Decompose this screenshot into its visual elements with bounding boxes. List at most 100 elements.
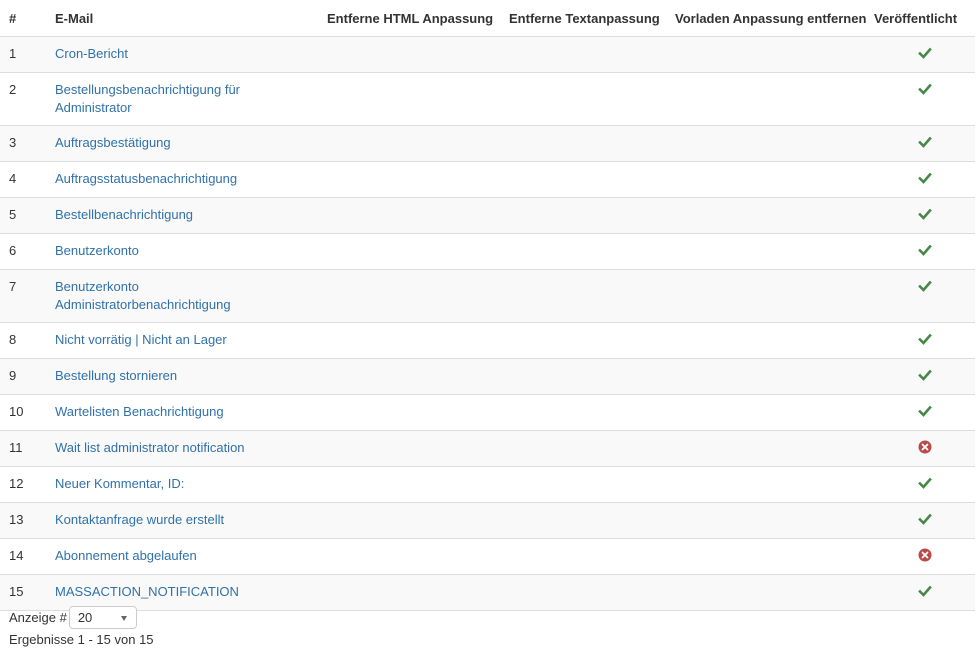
check-icon[interactable]: [917, 584, 932, 598]
email-title-line: Abonnement abgelaufen: [55, 548, 197, 563]
email-title-line: Wartelisten Benachrichtigung: [55, 404, 224, 419]
preload-remove-cell: [666, 72, 874, 126]
row-number: 14: [0, 538, 46, 575]
remove-html-cell: [318, 197, 500, 234]
email-title-line: Administrator: [55, 100, 132, 115]
table-row: 9 Bestellung stornieren: [0, 358, 975, 395]
email-template-link[interactable]: Kontaktanfrage wurde erstellt: [55, 512, 224, 527]
email-template-link[interactable]: Neuer Kommentar, ID:: [55, 476, 184, 491]
row-number: 5: [0, 197, 46, 234]
published-cell: [874, 161, 975, 198]
preload-remove-cell: [666, 322, 874, 359]
remove-text-cell: [500, 269, 666, 323]
email-templates-table: # E-Mail Entferne HTML Anpassung Entfern…: [0, 0, 975, 611]
remove-html-cell: [318, 538, 500, 575]
remove-text-cell: [500, 466, 666, 503]
published-cell: [874, 466, 975, 503]
header-email[interactable]: E-Mail: [46, 0, 318, 37]
check-icon[interactable]: [917, 404, 932, 418]
email-cell: Wartelisten Benachrichtigung: [46, 394, 318, 431]
header-remove-text[interactable]: Entferne Textanpassung: [500, 0, 666, 37]
email-template-link[interactable]: Abonnement abgelaufen: [55, 548, 197, 563]
check-icon[interactable]: [917, 207, 932, 221]
table-row: 12 Neuer Kommentar, ID:: [0, 466, 975, 503]
row-number: 8: [0, 322, 46, 359]
email-title-line: Bestellbenachrichtigung: [55, 207, 194, 222]
remove-text-cell: [500, 125, 666, 162]
published-cell: [874, 269, 975, 323]
check-icon[interactable]: [917, 171, 932, 185]
email-cell: Auftragsstatusbenachrichtigung: [46, 161, 318, 198]
published-cell: [874, 72, 975, 126]
email-template-link[interactable]: Wait list administrator notification: [55, 440, 245, 455]
email-cell: Auftragsbestätigung: [46, 125, 318, 162]
limit-label: Anzeige #: [9, 610, 67, 625]
email-template-link[interactable]: Wartelisten Benachrichtigung: [55, 404, 224, 419]
published-cell: [874, 430, 975, 467]
check-icon[interactable]: [917, 243, 932, 257]
email-template-link[interactable]: Auftragsbestätigung: [55, 135, 171, 150]
preload-remove-cell: [666, 394, 874, 431]
check-icon[interactable]: [917, 135, 932, 149]
email-template-link[interactable]: Bestellung stornieren: [55, 368, 177, 383]
header-preload-remove[interactable]: Vorladen Anpassung entfernen: [666, 0, 874, 37]
remove-text-cell: [500, 36, 666, 73]
preload-remove-cell: [666, 125, 874, 162]
check-icon[interactable]: [917, 279, 932, 293]
email-cell: Kontaktanfrage wurde erstellt: [46, 502, 318, 539]
circle-x-icon[interactable]: [918, 440, 932, 454]
results-counter: Ergebnisse 1 - 15 von 15: [9, 632, 154, 647]
email-template-link[interactable]: Auftragsstatusbenachrichtigung: [55, 171, 237, 186]
email-title-line: MASSACTION_NOTIFICATION: [55, 584, 239, 599]
remove-text-cell: [500, 233, 666, 270]
check-icon[interactable]: [917, 332, 932, 346]
email-template-link[interactable]: Bestellbenachrichtigung: [55, 207, 193, 222]
remove-html-cell: [318, 125, 500, 162]
email-template-link[interactable]: MASSACTION_NOTIFICATION: [55, 584, 239, 599]
published-cell: [874, 125, 975, 162]
header-published[interactable]: Veröffentlicht: [874, 0, 975, 37]
circle-x-icon[interactable]: [918, 548, 932, 562]
remove-html-cell: [318, 394, 500, 431]
check-icon[interactable]: [917, 512, 932, 526]
check-icon[interactable]: [917, 368, 932, 382]
email-title-line: Benutzerkonto: [55, 279, 139, 294]
email-template-link[interactable]: Nicht vorrätig | Nicht an Lager: [55, 332, 227, 347]
preload-remove-cell: [666, 161, 874, 198]
remove-text-cell: [500, 394, 666, 431]
email-cell: Bestellung stornieren: [46, 358, 318, 395]
table-header-row: # E-Mail Entferne HTML Anpassung Entfern…: [0, 0, 975, 37]
table-row: 7 Benutzerkonto Administratorbenachrichtig…: [0, 269, 975, 323]
email-template-link[interactable]: Benutzerkonto: [55, 243, 139, 258]
published-cell: [874, 358, 975, 395]
email-template-link[interactable]: Benutzerkonto Administratorbenachrichtigu…: [55, 279, 231, 312]
row-number: 11: [0, 430, 46, 467]
row-number: 4: [0, 161, 46, 198]
remove-text-cell: [500, 358, 666, 395]
remove-text-cell: [500, 574, 666, 611]
remove-html-cell: [318, 322, 500, 359]
published-cell: [874, 574, 975, 611]
header-number[interactable]: #: [0, 0, 46, 37]
check-icon[interactable]: [917, 46, 932, 60]
email-title-line: Auftragsstatusbenachrichtigung: [55, 171, 238, 186]
header-remove-html[interactable]: Entferne HTML Anpassung: [318, 0, 500, 37]
remove-html-cell: [318, 233, 500, 270]
table-row: 6 Benutzerkonto: [0, 233, 975, 270]
email-template-link[interactable]: Cron-Bericht: [55, 46, 128, 61]
email-cell: Wait list administrator notification: [46, 430, 318, 467]
preload-remove-cell: [666, 574, 874, 611]
remove-text-cell: [500, 72, 666, 126]
table-row: 15 MASSACTION_NOTIFICATION: [0, 574, 975, 611]
email-template-link[interactable]: Bestellungsbenachrichtigung für Administr…: [55, 82, 240, 115]
email-title-line: Administratorbenachrichtigung: [55, 297, 231, 312]
pagination-limit: Anzeige # 20: [9, 606, 137, 629]
published-cell: [874, 538, 975, 575]
row-number: 7: [0, 269, 46, 323]
published-cell: [874, 394, 975, 431]
check-icon[interactable]: [917, 82, 932, 96]
row-number: 6: [0, 233, 46, 270]
remove-html-cell: [318, 72, 500, 126]
check-icon[interactable]: [917, 476, 932, 490]
limit-select[interactable]: 20: [68, 606, 137, 629]
